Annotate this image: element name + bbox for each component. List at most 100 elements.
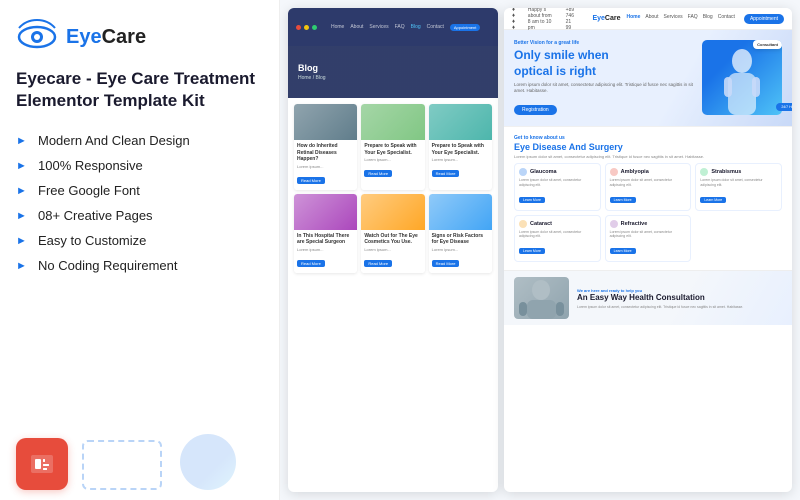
feature-label-3: Free Google Font: [38, 183, 140, 198]
learn-btn-2[interactable]: Learn More: [610, 197, 636, 203]
decorative-circle: [180, 434, 236, 490]
blog-read-btn-3[interactable]: Read More: [432, 170, 460, 177]
eye-desc: Lorem ipsum dolor sit amet, consectetur …: [514, 154, 782, 159]
feature-item-3: ► Free Google Font: [16, 178, 263, 203]
hero-text-block: Better Vision for a great life Only smil…: [514, 40, 694, 116]
disease-icon-row-5: Refractive: [610, 220, 687, 228]
hero-nav-blog: Blog: [703, 14, 713, 24]
blog-card-body-1: How do Inherited Retinal Diseases Happen…: [294, 140, 357, 190]
disease-grid: Glaucoma Lorem ipsum dolor sit amet, con…: [514, 163, 782, 263]
blog-card-img-2: [361, 104, 424, 140]
topbar-phone: +89 746 21 99: [566, 8, 577, 31]
blog-read-btn-1[interactable]: Read More: [297, 177, 325, 184]
hero-logo-care: Care: [605, 15, 621, 22]
hero-nav: Home About Services FAQ Blog Contact App…: [627, 14, 785, 24]
blog-content: How do Inherited Retinal Diseases Happen…: [288, 98, 498, 492]
blog-read-btn-2[interactable]: Read More: [364, 170, 392, 177]
blog-card-text-1: Lorem ipsum...: [297, 164, 354, 169]
consultant-badge: Consultant: [753, 40, 782, 49]
disease-icon-row-2: Amblyopia: [610, 168, 687, 176]
left-panel: EyeCare Eyecare - Eye Care Treatment Ele…: [0, 0, 280, 500]
elementor-icon: [27, 449, 57, 479]
registration-button[interactable]: Registration: [514, 105, 557, 115]
chevron-icon-4: ►: [16, 210, 30, 222]
hero-mockup: ♦ ♦ ♦ ♦ Happy s about from 8 am to 10 pm…: [504, 8, 792, 492]
eye-title-post: Disease And Surgery: [533, 142, 623, 152]
blog-card-5: Watch Out for The Eye Cosmetics You Use.…: [361, 194, 424, 273]
consult-desc: Lorem ipsum dolor sit amet, consectetur …: [577, 305, 782, 309]
chevron-icon-2: ►: [16, 160, 30, 172]
blog-hero-sub: Home / Blog: [298, 75, 326, 81]
logo-text: EyeCare: [66, 26, 146, 49]
disease-icon-row-3: Strabismus: [700, 168, 777, 176]
blog-nav: Home About Services FAQ Blog Contact App…: [331, 24, 480, 31]
feature-item-1: ► Modern And Clean Design: [16, 128, 263, 153]
blog-read-btn-6[interactable]: Read More: [432, 260, 460, 267]
disease-dot-4: [519, 220, 527, 228]
feature-item-4: ► 08+ Creative Pages: [16, 203, 263, 228]
consult-section: We are here and ready to help you An Eas…: [504, 270, 792, 325]
doctor-silhouette: [716, 47, 768, 115]
disease-dot-1: [519, 168, 527, 176]
blog-card-text-2: Lorem ipsum...: [364, 157, 421, 162]
hero-nav-about: About: [645, 14, 658, 24]
consult-text: We are here and ready to help you An Eas…: [577, 288, 782, 308]
blog-card-6: Signs or Risk Factors for Eye Disease Lo…: [429, 194, 492, 273]
blog-nav-blog: Blog: [411, 24, 421, 31]
eye-section-tag: Get to know about us: [514, 135, 782, 141]
dot-red: [296, 25, 301, 30]
blog-card-title-5: Watch Out for The Eye Cosmetics You Use.: [364, 233, 421, 246]
blog-card-body-4: In This Hospital There are Special Surge…: [294, 230, 357, 273]
title-block: Eyecare - Eye Care Treatment Elementor T…: [16, 68, 263, 112]
support-badge: 24/7 Help center: [776, 103, 792, 111]
feature-item-2: ► 100% Responsive: [16, 153, 263, 178]
disease-icon-row-4: Cataract: [519, 220, 596, 228]
learn-btn-5[interactable]: Learn More: [610, 248, 636, 254]
hero-title-em: optical: [514, 64, 553, 78]
feature-label-1: Modern And Clean Design: [38, 133, 190, 148]
blog-card-grid: How do Inherited Retinal Diseases Happen…: [294, 104, 492, 273]
blog-read-btn-4[interactable]: Read More: [297, 260, 325, 267]
logo-eye: Eye: [66, 26, 102, 48]
feature-item-5: ► Easy to Customize: [16, 228, 263, 253]
blog-card-img-6: [429, 194, 492, 230]
blog-card-title-3: Prepare to Speak with Your Eye Specialis…: [432, 143, 489, 156]
disease-text-3: Lorem ipsum dolor sit amet, consectetur …: [700, 178, 777, 188]
learn-btn-3[interactable]: Learn More: [700, 197, 726, 203]
disease-text-2: Lorem ipsum dolor sit amet, consectetur …: [610, 178, 687, 188]
blog-read-btn-5[interactable]: Read More: [364, 260, 392, 267]
blog-nav-contact: Contact: [427, 24, 444, 31]
hero-desc: Lorem ipsum dolor sit amet, consectetur …: [514, 82, 694, 95]
hero-appt-btn[interactable]: Appointment: [744, 14, 784, 24]
learn-btn-4[interactable]: Learn More: [519, 248, 545, 254]
blog-nav-home: Home: [331, 24, 344, 31]
learn-btn-1[interactable]: Learn More: [519, 197, 545, 203]
window-dots: [296, 25, 317, 30]
bottom-area: [16, 426, 263, 490]
feature-label-5: Easy to Customize: [38, 233, 146, 248]
disease-name-2: Amblyopia: [621, 169, 649, 175]
chevron-icon-1: ►: [16, 135, 30, 147]
dot-yellow: [304, 25, 309, 30]
blog-card-img-4: [294, 194, 357, 230]
blog-card-text-4: Lorem ipsum...: [297, 247, 354, 252]
consult-doctor-svg: [514, 277, 569, 319]
chevron-icon-5: ►: [16, 235, 30, 247]
hero-image-wrapper: Consultant 24/7 Help center: [702, 40, 782, 115]
disease-card-amblyopia: Amblyopia Lorem ipsum dolor sit amet, co…: [605, 163, 692, 211]
blog-nav-services: Services: [369, 24, 388, 31]
blog-card-1: How do Inherited Retinal Diseases Happen…: [294, 104, 357, 190]
page-title: Eyecare - Eye Care Treatment Elementor T…: [16, 68, 263, 112]
blog-card-body-2: Prepare to Speak with Your Eye Specialis…: [361, 140, 424, 183]
features-list: ► Modern And Clean Design ► 100% Respons…: [16, 128, 263, 278]
topbar-info: ♦ ♦ ♦ ♦: [512, 8, 518, 31]
feature-item-6: ► No Coding Requirement: [16, 253, 263, 278]
blog-card-text-3: Lorem ipsum...: [432, 157, 489, 162]
hero-nav-contact: Contact: [718, 14, 735, 24]
blog-card-img-3: [429, 104, 492, 140]
right-panel: const dg = document.querySelector('.dot-…: [280, 0, 800, 500]
eye-section-title: Eye Disease And Surgery: [514, 142, 782, 152]
blog-appt-btn[interactable]: Appointment: [450, 24, 480, 31]
hero-logo: EyeCare: [592, 15, 620, 22]
blog-card-text-6: Lorem ipsum...: [432, 247, 489, 252]
